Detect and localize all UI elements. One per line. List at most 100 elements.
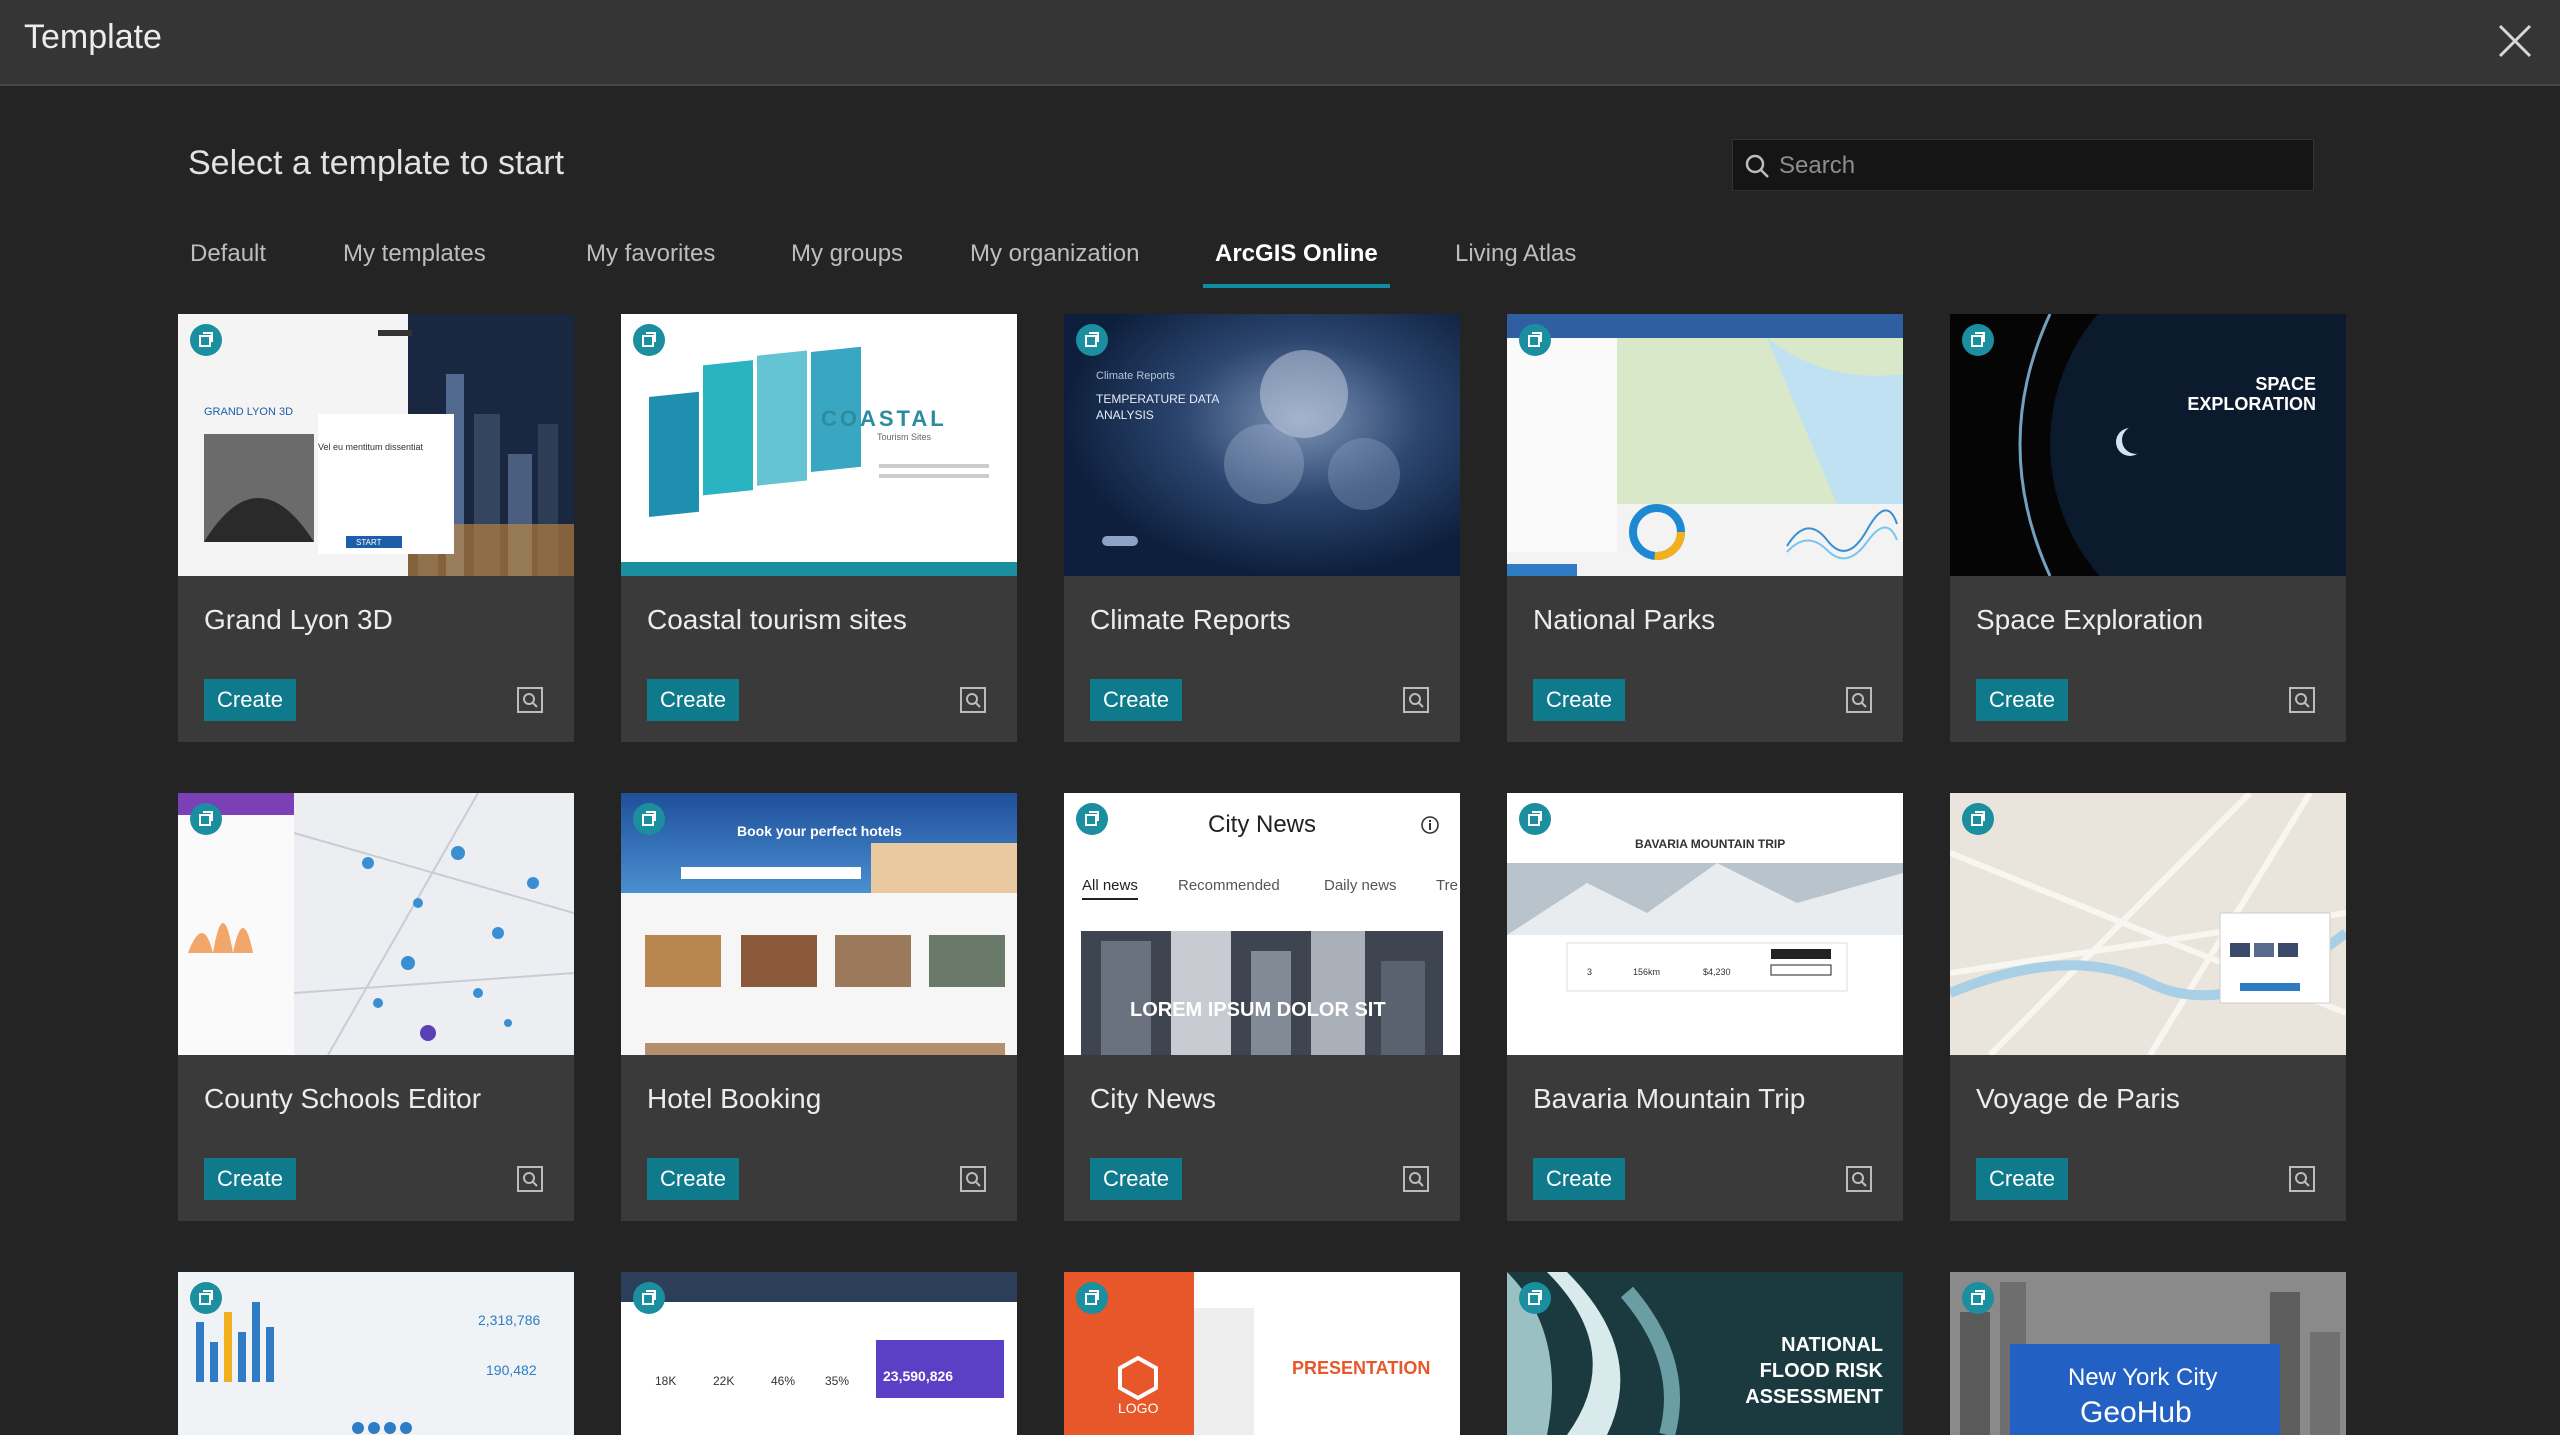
thumb-text: 3	[1587, 967, 1593, 977]
template-card: National Parks Create	[1507, 314, 1903, 742]
create-button[interactable]: Create	[1976, 679, 2069, 721]
template-card: COASTAL Tourism Sites Coastal tourism si…	[621, 314, 1017, 742]
thumb-text: Vel eu mentitum dissentiat	[318, 442, 424, 452]
thumb-text: START	[356, 538, 382, 547]
template-thumbnail[interactable]: SPACE EXPLORATION	[1950, 314, 2346, 576]
preview-magnifier-icon[interactable]	[1402, 686, 1430, 714]
template-thumbnail[interactable]: NATIONAL FLOOD RISK ASSESSMENT	[1507, 1272, 1903, 1435]
preview-magnifier-icon[interactable]	[959, 1165, 987, 1193]
preview-magnifier-icon[interactable]	[959, 686, 987, 714]
create-button[interactable]: Create	[647, 679, 740, 721]
preview-magnifier-icon[interactable]	[516, 1165, 544, 1193]
arcgis-template-badge-icon	[1076, 324, 1108, 356]
arcgis-template-badge-icon	[1076, 1282, 1108, 1314]
template-card: SPACE EXPLORATION Space Exploration Crea…	[1950, 314, 2346, 742]
thumb-text: BAVARIA MOUNTAIN TRIP	[1635, 837, 1786, 851]
template-card: PRESENTATION LOGO	[1064, 1272, 1460, 1435]
template-card: County Schools Editor Create	[178, 793, 574, 1221]
tab-my-groups[interactable]: My groups	[779, 236, 915, 284]
preview-magnifier-icon[interactable]	[516, 686, 544, 714]
thumb-text: 35%	[825, 1374, 850, 1388]
template-card: New York City GeoHub	[1950, 1272, 2346, 1435]
template-card-title: County Schools Editor	[204, 1083, 482, 1114]
preview-magnifier-icon[interactable]	[2288, 686, 2316, 714]
arcgis-template-badge-icon	[1519, 1282, 1551, 1314]
dialog-titlebar: Template	[0, 0, 2560, 86]
arcgis-template-badge-icon	[1962, 1282, 1994, 1314]
template-thumbnail[interactable]: PRESENTATION LOGO	[1064, 1272, 1460, 1435]
template-thumbnail[interactable]	[1507, 314, 1903, 576]
template-card-title: Voyage de Paris	[1976, 1083, 2180, 1114]
arcgis-template-badge-icon	[1962, 324, 1994, 356]
arcgis-template-badge-icon	[1962, 803, 1994, 835]
search-input[interactable]	[1777, 140, 2301, 192]
thumb-text: 46%	[771, 1374, 796, 1388]
tab-default[interactable]: Default	[178, 236, 278, 284]
page-heading: Select a template to start	[188, 144, 565, 182]
preview-magnifier-icon[interactable]	[1845, 686, 1873, 714]
preview-magnifier-icon[interactable]	[1845, 1165, 1873, 1193]
dialog-title: Template	[24, 18, 162, 56]
template-card: Voyage de Paris Create	[1950, 793, 2346, 1221]
template-card-title: Grand Lyon 3D	[204, 604, 393, 635]
template-thumbnail[interactable]: COASTAL Tourism Sites	[621, 314, 1017, 576]
thumb-text: New York City	[2068, 1364, 2218, 1391]
preview-magnifier-icon[interactable]	[1402, 1165, 1430, 1193]
template-thumbnail[interactable]: City News All news Recommended Daily new…	[1064, 793, 1460, 1055]
arcgis-template-badge-icon	[190, 1282, 222, 1314]
template-card-title: Space Exploration	[1976, 604, 2204, 635]
template-thumbnail[interactable]	[1950, 793, 2346, 1055]
template-card-title: National Parks	[1533, 604, 1716, 635]
arcgis-template-badge-icon	[633, 324, 665, 356]
create-button[interactable]: Create	[204, 1158, 297, 1200]
arcgis-template-badge-icon	[1076, 803, 1108, 835]
create-button[interactable]: Create	[1976, 1158, 2069, 1200]
template-thumbnail[interactable]: 18K 22K 46% 35% 23,590,826	[621, 1272, 1017, 1435]
thumb-text: 18K	[655, 1374, 677, 1388]
create-button[interactable]: Create	[1090, 1158, 1183, 1200]
preview-magnifier-icon[interactable]	[2288, 1165, 2316, 1193]
thumb-text: 190,482	[486, 1362, 537, 1378]
tab-my-organization[interactable]: My organization	[958, 236, 1151, 284]
thumb-text: 2,318,786	[478, 1312, 541, 1328]
info-icon	[1421, 816, 1439, 834]
arcgis-template-badge-icon	[1519, 803, 1551, 835]
template-card: NATIONAL FLOOD RISK ASSESSMENT	[1507, 1272, 1903, 1435]
create-button[interactable]: Create	[1533, 679, 1626, 721]
template-thumbnail[interactable]: BAVARIA MOUNTAIN TRIP 3 156km $4,230	[1507, 793, 1903, 1055]
thumb-text: SPACE	[2255, 374, 2316, 394]
template-card-title: City News	[1090, 1083, 1217, 1114]
close-icon[interactable]	[2496, 22, 2534, 60]
tab-my-templates[interactable]: My templates	[331, 236, 498, 284]
tab-my-favorites[interactable]: My favorites	[574, 236, 727, 284]
template-thumbnail[interactable]: Book your perfect hotels	[621, 793, 1017, 1055]
thumb-text: 22K	[713, 1374, 735, 1388]
thumb-tab: Recommended	[1178, 877, 1280, 894]
thumb-text: ANALYSIS	[1096, 408, 1154, 422]
template-thumbnail[interactable]: 2,318,786 190,482	[178, 1272, 574, 1435]
template-card: 2,318,786 190,482	[178, 1272, 574, 1435]
template-card: City News All news Recommended Daily new…	[1064, 793, 1460, 1221]
tab-living-atlas[interactable]: Living Atlas	[1443, 236, 1588, 284]
thumb-text: City News	[1208, 811, 1317, 838]
arcgis-template-badge-icon	[633, 803, 665, 835]
template-thumbnail[interactable]: Climate Reports TEMPERATURE DATA ANALYSI…	[1064, 314, 1460, 576]
arcgis-template-badge-icon	[1519, 324, 1551, 356]
thumb-text: GRAND LYON 3D	[204, 406, 294, 418]
create-button[interactable]: Create	[204, 679, 297, 721]
template-thumbnail[interactable]: GRAND LYON 3D Vel eu mentitum dissentiat…	[178, 314, 574, 576]
create-button[interactable]: Create	[1533, 1158, 1626, 1200]
thumb-text: LOGO	[1118, 1400, 1159, 1416]
thumb-text: LOREM IPSUM DOLOR SIT	[1130, 999, 1386, 1021]
thumb-text: FLOOD RISK	[1759, 1360, 1883, 1382]
template-card-title: Climate Reports	[1090, 604, 1291, 635]
tab-arcgis-online[interactable]: ArcGIS Online	[1203, 236, 1390, 288]
thumb-text: ASSESSMENT	[1745, 1386, 1883, 1408]
template-thumbnail[interactable]: New York City GeoHub	[1950, 1272, 2346, 1435]
create-button[interactable]: Create	[647, 1158, 740, 1200]
template-card-title: Bavaria Mountain Trip	[1533, 1083, 1806, 1114]
create-button[interactable]: Create	[1090, 679, 1183, 721]
thumb-text: EXPLORATION	[2187, 394, 2316, 414]
thumb-text: GeoHub	[2080, 1396, 2192, 1429]
template-thumbnail[interactable]	[178, 793, 574, 1055]
